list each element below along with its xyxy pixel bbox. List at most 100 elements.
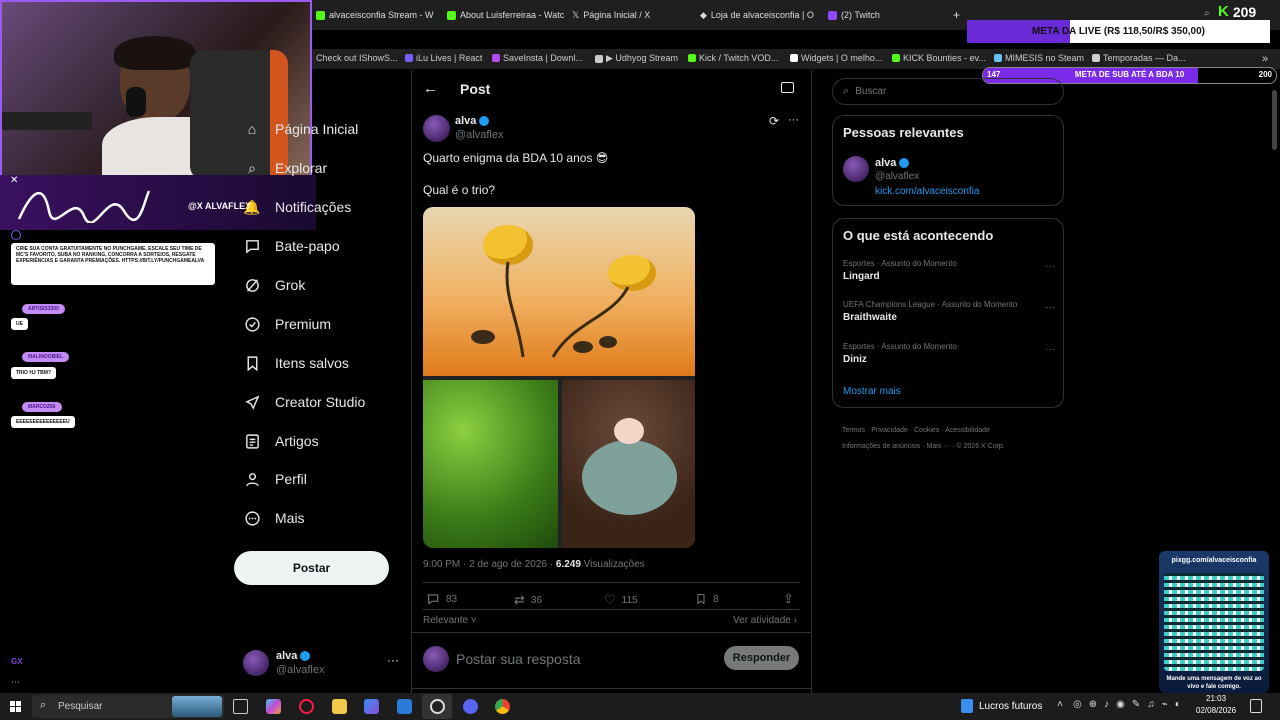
nav-grok[interactable]: Grok bbox=[243, 276, 305, 294]
more-options-icon[interactable]: ··· bbox=[1045, 344, 1055, 355]
footer-link[interactable]: Cookies bbox=[914, 427, 939, 434]
cactus-image[interactable] bbox=[562, 380, 695, 548]
new-tab-button[interactable]: + bbox=[953, 6, 965, 24]
task-view-icon[interactable] bbox=[233, 699, 248, 714]
bookmark-item[interactable]: Temporadas — Da... bbox=[1092, 53, 1186, 63]
signature-logo bbox=[14, 181, 154, 224]
apps-icon[interactable]: ⋯ bbox=[11, 677, 20, 688]
post-author[interactable]: alva bbox=[455, 115, 490, 127]
home-icon: ⌂ bbox=[247, 121, 257, 137]
search-icon: ⌕ bbox=[843, 85, 850, 97]
scrollbar[interactable] bbox=[1272, 90, 1277, 150]
taskbar-search[interactable]: ⌕ Pesquisar bbox=[32, 695, 224, 718]
x-favicon-icon: 𝕏 bbox=[572, 9, 580, 20]
profile-link[interactable]: kick.com/alvaceisconfia bbox=[875, 186, 979, 197]
outlook-icon[interactable] bbox=[397, 699, 412, 714]
nav-premium[interactable]: Premium bbox=[243, 315, 331, 333]
footer-link[interactable]: Mais ··· bbox=[926, 443, 950, 450]
back-button[interactable]: ← bbox=[423, 80, 438, 97]
bookmark-item[interactable]: Widgets | O melho... bbox=[790, 53, 882, 63]
tray-icons[interactable]: ◎⊕♪◉✎♫⌁◐ bbox=[1073, 699, 1188, 710]
footer-link[interactable]: Acessibilidade bbox=[945, 427, 990, 434]
file-explorer-icon[interactable] bbox=[332, 699, 347, 714]
notifications-icon[interactable] bbox=[1250, 699, 1262, 713]
reply-action[interactable]: 83 bbox=[426, 592, 457, 606]
search-input[interactable]: ⌕ Buscar bbox=[832, 78, 1064, 105]
bookmark-item[interactable]: Check out IShowS... bbox=[316, 53, 398, 63]
windows-start-icon[interactable] bbox=[10, 701, 21, 712]
sort-dropdown[interactable]: Relevante ˅ bbox=[423, 615, 477, 626]
nav-explore[interactable]: ⌕ Explorar bbox=[243, 159, 327, 177]
footer-link[interactable]: Privacidade bbox=[871, 427, 908, 434]
nav-chat[interactable]: Bate-papo bbox=[243, 237, 340, 255]
reply-input[interactable]: Postar sua resposta bbox=[456, 651, 581, 667]
footer-link[interactable]: Termos bbox=[842, 427, 865, 434]
discord-icon[interactable] bbox=[463, 699, 478, 714]
yellow-roses-image[interactable] bbox=[423, 207, 695, 376]
bookmark-item[interactable]: MIMESIS no Steam bbox=[994, 53, 1084, 63]
trend-item[interactable]: UEFA Champions League · Assunto do Momen… bbox=[843, 300, 1055, 323]
microphone bbox=[2, 112, 92, 130]
more-options-icon[interactable]: ··· bbox=[387, 653, 399, 667]
reply-button[interactable]: Responder bbox=[724, 646, 799, 670]
account-switcher[interactable]: alva @alvaflex ··· bbox=[240, 647, 400, 679]
browser-tab[interactable]: ◆ Loja de alvaceisconfia | O bbox=[700, 6, 818, 24]
avatar[interactable] bbox=[843, 156, 869, 182]
browser-tab[interactable]: About Luisferreiraa - Watc bbox=[447, 6, 565, 24]
chevron-right-icon: › bbox=[790, 615, 797, 626]
trend-item[interactable]: Esportes · Assunto do Momento Diniz ··· bbox=[843, 342, 1055, 365]
bookmark-item[interactable]: Kick / Twitch VOD... bbox=[688, 53, 778, 63]
browser-tab[interactable]: alvaceisconfia Stream - W bbox=[316, 6, 434, 24]
nav-home[interactable]: ⌂ Página Inicial bbox=[243, 120, 359, 138]
bookmark-item[interactable]: ▶ Udhyog Stream bbox=[595, 53, 678, 64]
show-more-link[interactable]: Mostrar mais bbox=[843, 386, 901, 397]
nav-notifications[interactable]: 🔔 Notificações bbox=[243, 198, 351, 216]
obs-icon[interactable] bbox=[430, 699, 445, 714]
bookmark-favicon-icon bbox=[892, 54, 900, 62]
footer-link[interactable]: Informações de anúncios bbox=[842, 443, 920, 450]
webcam-feed bbox=[0, 0, 312, 180]
nav-profile[interactable]: Perfil bbox=[243, 470, 307, 488]
page-icon bbox=[595, 54, 603, 63]
trend-item[interactable]: Esportes · Assunto do Momento Lingard ··… bbox=[843, 259, 1055, 282]
avatar[interactable] bbox=[423, 115, 450, 142]
bookmark-item[interactable]: SaveInsta | Downl... bbox=[492, 53, 583, 63]
verified-badge-icon bbox=[479, 116, 490, 126]
mint-leaves-image[interactable] bbox=[423, 380, 558, 548]
more-options-icon[interactable]: ··· bbox=[788, 114, 799, 126]
grok-analyze-icon[interactable]: ⟳ bbox=[769, 114, 779, 128]
bookmark-item[interactable]: iLu Lives | React bbox=[405, 53, 482, 63]
nav-more[interactable]: Mais bbox=[243, 509, 305, 527]
nav-articles[interactable]: Artigos bbox=[243, 432, 319, 450]
repost-action[interactable]: ⇄ 36 bbox=[514, 592, 542, 608]
post-button[interactable]: Postar bbox=[234, 551, 389, 585]
headphones bbox=[126, 87, 146, 117]
copilot-icon[interactable] bbox=[266, 699, 281, 714]
post-image-grid[interactable] bbox=[423, 207, 695, 548]
more-options-icon[interactable]: ··· bbox=[1045, 261, 1055, 272]
bookmark-favicon-icon bbox=[405, 54, 413, 62]
more-options-icon[interactable]: ··· bbox=[1045, 302, 1055, 313]
chrome-icon[interactable] bbox=[495, 699, 510, 714]
view-activity-link[interactable]: Ver atividade › bbox=[733, 615, 797, 626]
page-title: Post bbox=[460, 81, 491, 97]
relevant-person-name[interactable]: alva bbox=[875, 157, 910, 169]
grok-icon bbox=[243, 276, 261, 294]
reader-view-icon[interactable] bbox=[781, 82, 794, 93]
clock[interactable]: 21:03 02/08/2026 bbox=[1196, 693, 1236, 717]
store-icon[interactable] bbox=[364, 699, 379, 714]
chat-username: MALINOOBIEL bbox=[22, 352, 69, 362]
stocks-widget[interactable]: Lucros futuros bbox=[961, 699, 1042, 713]
browser-tab[interactable]: 𝕏 Página Inicial / X bbox=[572, 6, 690, 24]
bookmark-item[interactable]: KICK Bounties - ev... bbox=[892, 53, 986, 63]
like-action[interactable]: ♡ 115 bbox=[604, 592, 638, 608]
share-icon[interactable]: ⇪ bbox=[783, 591, 794, 607]
search-tab-icon[interactable]: ⌕ bbox=[1204, 8, 1210, 19]
nav-creator-studio[interactable]: Creator Studio bbox=[243, 393, 365, 411]
bookmarks-overflow-icon[interactable]: » bbox=[1262, 53, 1268, 65]
opera-gx-icon[interactable] bbox=[299, 699, 314, 714]
bookmark-action[interactable]: 8 bbox=[695, 592, 719, 606]
nav-bookmarks[interactable]: Itens salvos bbox=[243, 354, 349, 372]
browser-tab[interactable]: (2) Twitch bbox=[828, 6, 946, 24]
tray-chevron-up-icon[interactable]: ˄ bbox=[1057, 699, 1063, 710]
